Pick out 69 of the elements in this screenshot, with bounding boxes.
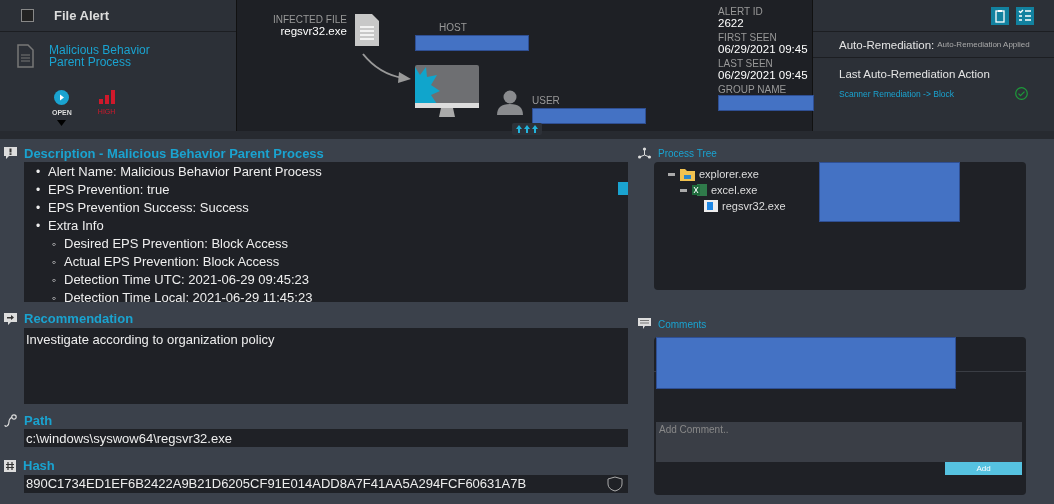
alert-info-value: 06/29/2021 09:45 bbox=[718, 69, 809, 81]
success-check-icon bbox=[1015, 87, 1028, 100]
infected-file-name: regsvr32.exe bbox=[279, 25, 347, 37]
description-item: EPS Prevention: true bbox=[48, 181, 170, 198]
checklist-icon[interactable] bbox=[1016, 6, 1034, 25]
hash-icon bbox=[4, 459, 16, 472]
alert-type-title: File Alert bbox=[54, 8, 110, 23]
hash-value: 890C1734ED1EF6B2422A9B21D6205CF91E014ADD8A7F41AA5A294FCF60631A7B bbox=[26, 476, 527, 492]
spreadsheet-icon bbox=[692, 183, 707, 197]
comment-alert-icon bbox=[4, 147, 17, 159]
description-item: EPS Prevention Success: Success bbox=[48, 199, 249, 216]
process-name[interactable]: excel.exe bbox=[711, 184, 758, 196]
curved-arrow-icon bbox=[361, 52, 413, 84]
section-title: Description - Malicious Behavior Parent Process bbox=[24, 145, 324, 161]
auto-remediation-status: Auto-Remediation Applied bbox=[937, 40, 1030, 49]
bullet-marker: ◦ bbox=[52, 272, 58, 289]
comment-input[interactable]: Add Comment.. bbox=[656, 422, 1022, 462]
user-silhouette-icon bbox=[497, 89, 523, 115]
section-title: Process Tree bbox=[658, 147, 717, 159]
section-title: Hash bbox=[23, 458, 55, 474]
path-icon bbox=[4, 413, 17, 427]
alert-info-label: LAST SEEN bbox=[718, 58, 774, 69]
tree-nodes-icon bbox=[638, 147, 651, 159]
description-item: Alert Name: Malicious Behavior Parent Process bbox=[48, 163, 322, 180]
file-icon bbox=[354, 14, 379, 46]
section-title: Recommendation bbox=[24, 311, 134, 327]
comment-icon bbox=[638, 318, 651, 330]
description-item: Desired EPS Prevention: Block Access bbox=[64, 235, 288, 252]
host-label: HOST bbox=[438, 22, 468, 33]
infected-computer-drawing bbox=[415, 65, 479, 120]
bullet-marker: • bbox=[36, 218, 42, 235]
alert-info-label: GROUP NAME bbox=[718, 84, 788, 95]
process-name[interactable]: explorer.exe bbox=[699, 168, 759, 180]
bullet-marker: • bbox=[36, 164, 42, 181]
scrollbar-thumb[interactable] bbox=[618, 182, 628, 195]
auto-remediation-label: Auto-Remediation: bbox=[839, 38, 935, 51]
bullet-marker: • bbox=[36, 200, 42, 217]
description-item: Detection Time UTC: 2021-06-29 09:45:23 bbox=[64, 271, 309, 288]
alert-info-label: ALERT ID bbox=[718, 6, 764, 17]
alert-name-link[interactable]: Malicious Behavior Parent Process bbox=[49, 44, 159, 68]
shield-icon[interactable] bbox=[606, 475, 624, 492]
sign-arrow-icon bbox=[4, 312, 17, 325]
process-name[interactable]: regsvr32.exe bbox=[722, 200, 786, 212]
expand-arrows-icon[interactable] bbox=[512, 123, 542, 135]
bullet-marker: ◦ bbox=[52, 290, 58, 307]
bullet-marker: • bbox=[36, 182, 42, 199]
bullet-marker: ◦ bbox=[52, 254, 58, 271]
bullet-marker: ◦ bbox=[52, 236, 58, 253]
last-action-link[interactable]: Scanner Remediation -> Block bbox=[839, 88, 955, 99]
description-item: Extra Info bbox=[48, 217, 104, 234]
description-item: Actual EPS Prevention: Block Access bbox=[64, 253, 280, 270]
description-item: Detection Time Local: 2021-06-29 11:45:23 bbox=[64, 289, 313, 306]
path-value: c:\windows\syswow64\regsvr32.exe bbox=[26, 430, 232, 446]
alert-info-value: 06/29/2021 09:45 bbox=[718, 43, 809, 55]
infected-file-label: INFECTED FILE bbox=[273, 14, 347, 25]
user-label: USER bbox=[532, 95, 561, 106]
severity-bars-icon bbox=[98, 90, 115, 104]
section-title: Path bbox=[24, 412, 53, 428]
application-icon bbox=[704, 200, 718, 212]
folder-icon bbox=[680, 167, 695, 181]
clipboard-icon[interactable] bbox=[991, 6, 1009, 25]
alert-info-label: FIRST SEEN bbox=[718, 32, 778, 43]
last-action-title: Last Auto-Remediation Action bbox=[839, 68, 990, 80]
recommendation-text: Investigate according to organization policy bbox=[26, 331, 275, 347]
alert-info-value: 2622 bbox=[718, 17, 745, 29]
select-checkbox[interactable] bbox=[21, 9, 34, 22]
play-status-icon bbox=[54, 90, 70, 105]
document-icon bbox=[17, 44, 34, 68]
section-title: Comments bbox=[658, 318, 707, 330]
